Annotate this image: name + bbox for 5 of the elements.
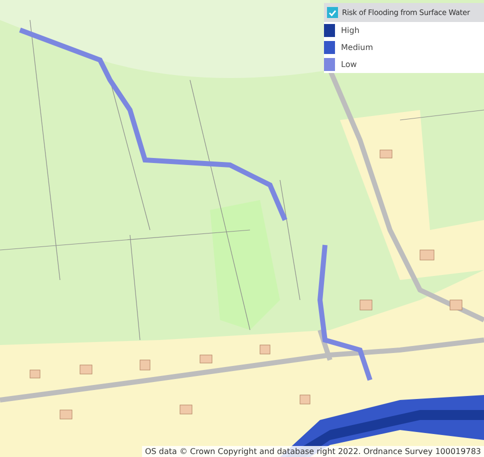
legend-label: Medium: [341, 43, 373, 52]
legend-label: High: [341, 26, 360, 35]
layer-checkbox[interactable]: [327, 7, 338, 18]
legend-label: Low: [341, 60, 357, 69]
map-attribution: OS data © Crown Copyright and database right 2022. Ordnance Survey 100019783: [142, 446, 484, 457]
